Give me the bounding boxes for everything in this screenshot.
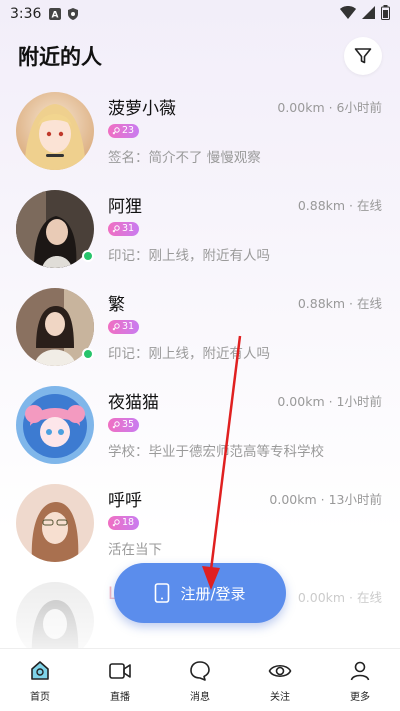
- shield-icon: [67, 8, 79, 20]
- tab-follow[interactable]: 关注: [240, 649, 320, 711]
- user-name: 繁: [108, 295, 125, 315]
- user-bio: 活在当下: [108, 542, 162, 558]
- avatar-container[interactable]: [16, 386, 94, 464]
- female-icon: [112, 519, 120, 527]
- avatar[interactable]: [16, 386, 94, 464]
- age-badge: 23: [108, 124, 140, 138]
- page-title: 附近的人: [18, 45, 102, 69]
- avatar[interactable]: [16, 92, 94, 170]
- avatar[interactable]: [16, 484, 94, 562]
- list-item[interactable]: 繁 0.88km · 在线 31 印记：刚上线，附近有人吗: [0, 278, 400, 376]
- distance-time: 0.00km · 13小时前: [269, 492, 382, 507]
- user-name: 呼呼: [108, 491, 142, 511]
- age-value: 31: [122, 223, 135, 234]
- female-icon: [112, 225, 120, 233]
- register-login-label: 注册/登录: [180, 584, 246, 603]
- phone-icon: [155, 583, 170, 603]
- avatar-container[interactable]: [16, 92, 94, 170]
- age-value: 35: [122, 419, 135, 430]
- filter-button[interactable]: [344, 37, 382, 75]
- user-bio: 签名：简介不了 慢慢观察: [108, 150, 261, 166]
- svg-text:A: A: [52, 11, 59, 21]
- age-value: 31: [122, 321, 135, 332]
- header: 附近的人: [0, 36, 400, 76]
- register-login-button[interactable]: 注册/登录: [114, 563, 286, 623]
- tab-live[interactable]: 直播: [80, 649, 160, 711]
- tab-label: 直播: [110, 692, 130, 703]
- avatar-container[interactable]: [16, 484, 94, 562]
- list-item[interactable]: 夜猫猫 0.00km · 1小时前 35 学校：毕业于德宏师范高等专科学校: [0, 376, 400, 474]
- age-badge: 18: [108, 516, 140, 530]
- message-icon: [190, 661, 210, 681]
- online-indicator: [82, 250, 94, 262]
- video-icon: [109, 663, 131, 679]
- notification-a-icon: A: [49, 8, 62, 21]
- distance-time: 0.88km · 在线: [297, 198, 382, 213]
- user-name: 夜猫猫: [108, 393, 159, 413]
- user-bio: 学校：毕业于德宏师范高等专科学校: [108, 444, 324, 460]
- bottom-tab-bar: 首页 直播 消息 关注 更多: [0, 648, 400, 711]
- tab-label: 消息: [190, 692, 210, 703]
- tab-more[interactable]: 更多: [320, 649, 400, 711]
- list-item[interactable]: 菠萝小薇 0.00km · 6小时前 23 签名：简介不了 慢慢观察: [0, 82, 400, 180]
- tab-label: 首页: [30, 692, 50, 703]
- tab-label: 关注: [270, 692, 290, 703]
- avatar-container[interactable]: [16, 288, 94, 366]
- distance-time: 0.00km · 在线: [297, 590, 382, 605]
- female-icon: [112, 323, 120, 331]
- distance-time: 0.88km · 在线: [297, 296, 382, 311]
- female-icon: [112, 421, 120, 429]
- age-badge: 31: [108, 320, 140, 334]
- battery-icon: [381, 4, 390, 24]
- tab-label: 更多: [350, 692, 370, 703]
- avatar-container[interactable]: [16, 190, 94, 268]
- user-name: 阿狸: [108, 197, 142, 217]
- eye-icon: [268, 664, 292, 678]
- age-value: 18: [122, 517, 135, 528]
- filter-icon: [354, 48, 372, 64]
- list-item[interactable]: 阿狸 0.88km · 在线 31 印记：刚上线，附近有人吗: [0, 180, 400, 278]
- tab-messages[interactable]: 消息: [160, 649, 240, 711]
- signal-icon: [362, 5, 375, 23]
- distance-time: 0.00km · 1小时前: [277, 394, 382, 409]
- tab-home[interactable]: 首页: [0, 649, 80, 711]
- status-time: 3:36: [10, 6, 42, 22]
- user-icon: [350, 661, 370, 681]
- female-icon: [112, 127, 120, 135]
- list-item[interactable]: 呼呼 0.00km · 13小时前 18 活在当下: [0, 474, 400, 572]
- status-bar: 3:36 A: [0, 0, 400, 28]
- distance-time: 0.00km · 6小时前: [277, 100, 382, 115]
- age-badge: 35: [108, 418, 140, 432]
- user-bio: 印记：刚上线，附近有人吗: [108, 248, 270, 264]
- home-icon: [31, 661, 49, 680]
- age-value: 23: [122, 125, 135, 136]
- user-bio: 印记：刚上线，附近有人吗: [108, 346, 270, 362]
- age-badge: 31: [108, 222, 140, 236]
- wifi-icon: [340, 5, 356, 23]
- online-indicator: [82, 348, 94, 360]
- user-name: 菠萝小薇: [108, 99, 176, 119]
